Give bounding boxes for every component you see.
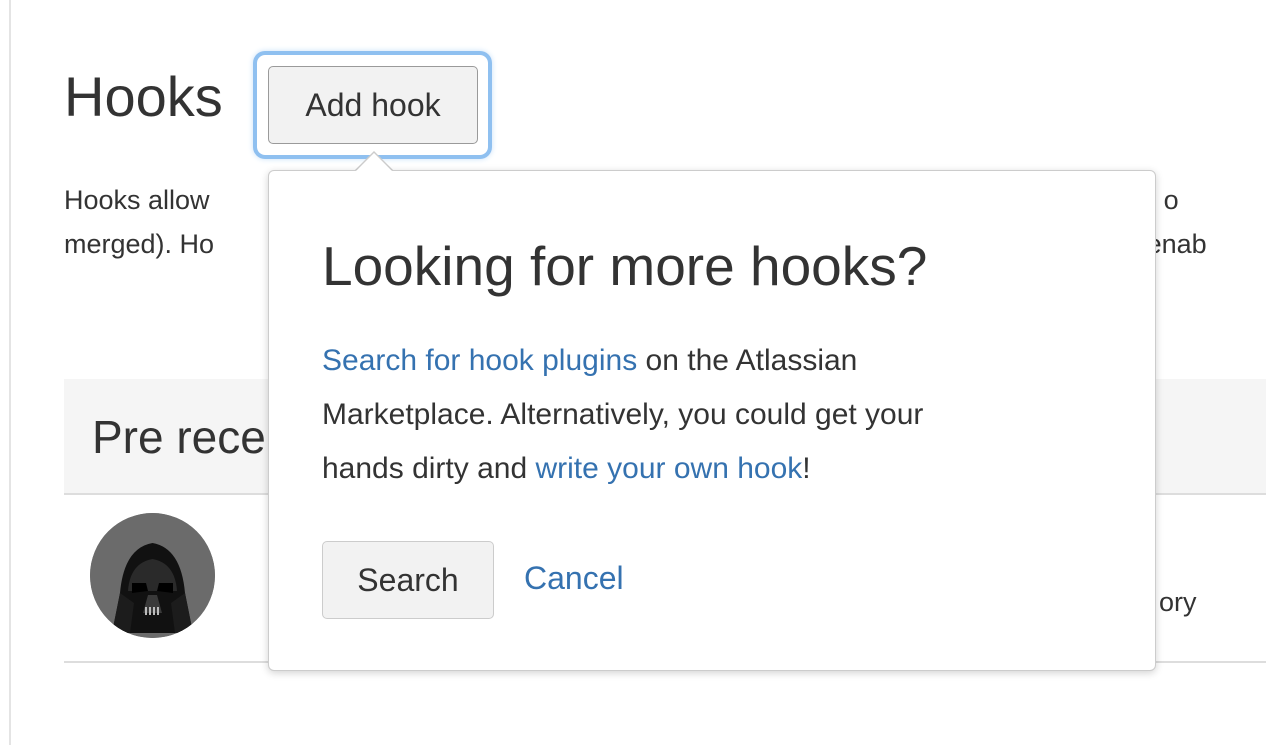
section-title: Pre rece: [92, 411, 266, 463]
search-hook-plugins-link[interactable]: Search for hook plugins: [322, 344, 637, 377]
dialog-body-line-2: Marketplace. Alternatively, you could ge…: [322, 398, 924, 431]
write-your-own-hook-link[interactable]: write your own hook: [535, 452, 802, 485]
description-line-2-start: merged). Ho: [64, 229, 215, 259]
cancel-link[interactable]: Cancel: [524, 560, 624, 597]
dialog-body: Search for hook plugins on the Atlassian…: [322, 334, 1112, 496]
darth-vader-avatar: [90, 513, 215, 638]
dialog-body-exclamation: !: [802, 452, 811, 485]
dialog-arrow: [355, 153, 393, 172]
helmet-icon: [90, 513, 215, 638]
dialog-body-line-1: Search for hook plugins on the Atlassian: [322, 334, 1112, 388]
dialog-body-text-1: on the Atlassian: [637, 344, 858, 377]
search-button[interactable]: Search: [322, 541, 494, 619]
page-title: Hooks: [64, 65, 223, 128]
dialog-body-line-3: hands dirty and write your own hook!: [322, 442, 1112, 496]
dialog-title: Looking for more hooks?: [322, 235, 928, 297]
add-hook-button[interactable]: Add hook: [268, 66, 478, 144]
dialog-body-text-3: hands dirty and: [322, 452, 536, 485]
hook-row-trailing-text: ory: [1159, 587, 1197, 617]
page: Hooks Add hook Hooks allowsitory o merge…: [0, 0, 1266, 745]
more-hooks-dialog: Looking for more hooks? Search for hook …: [268, 170, 1156, 671]
description-line-1-start: Hooks allow: [64, 185, 210, 215]
left-divider: [9, 0, 11, 745]
